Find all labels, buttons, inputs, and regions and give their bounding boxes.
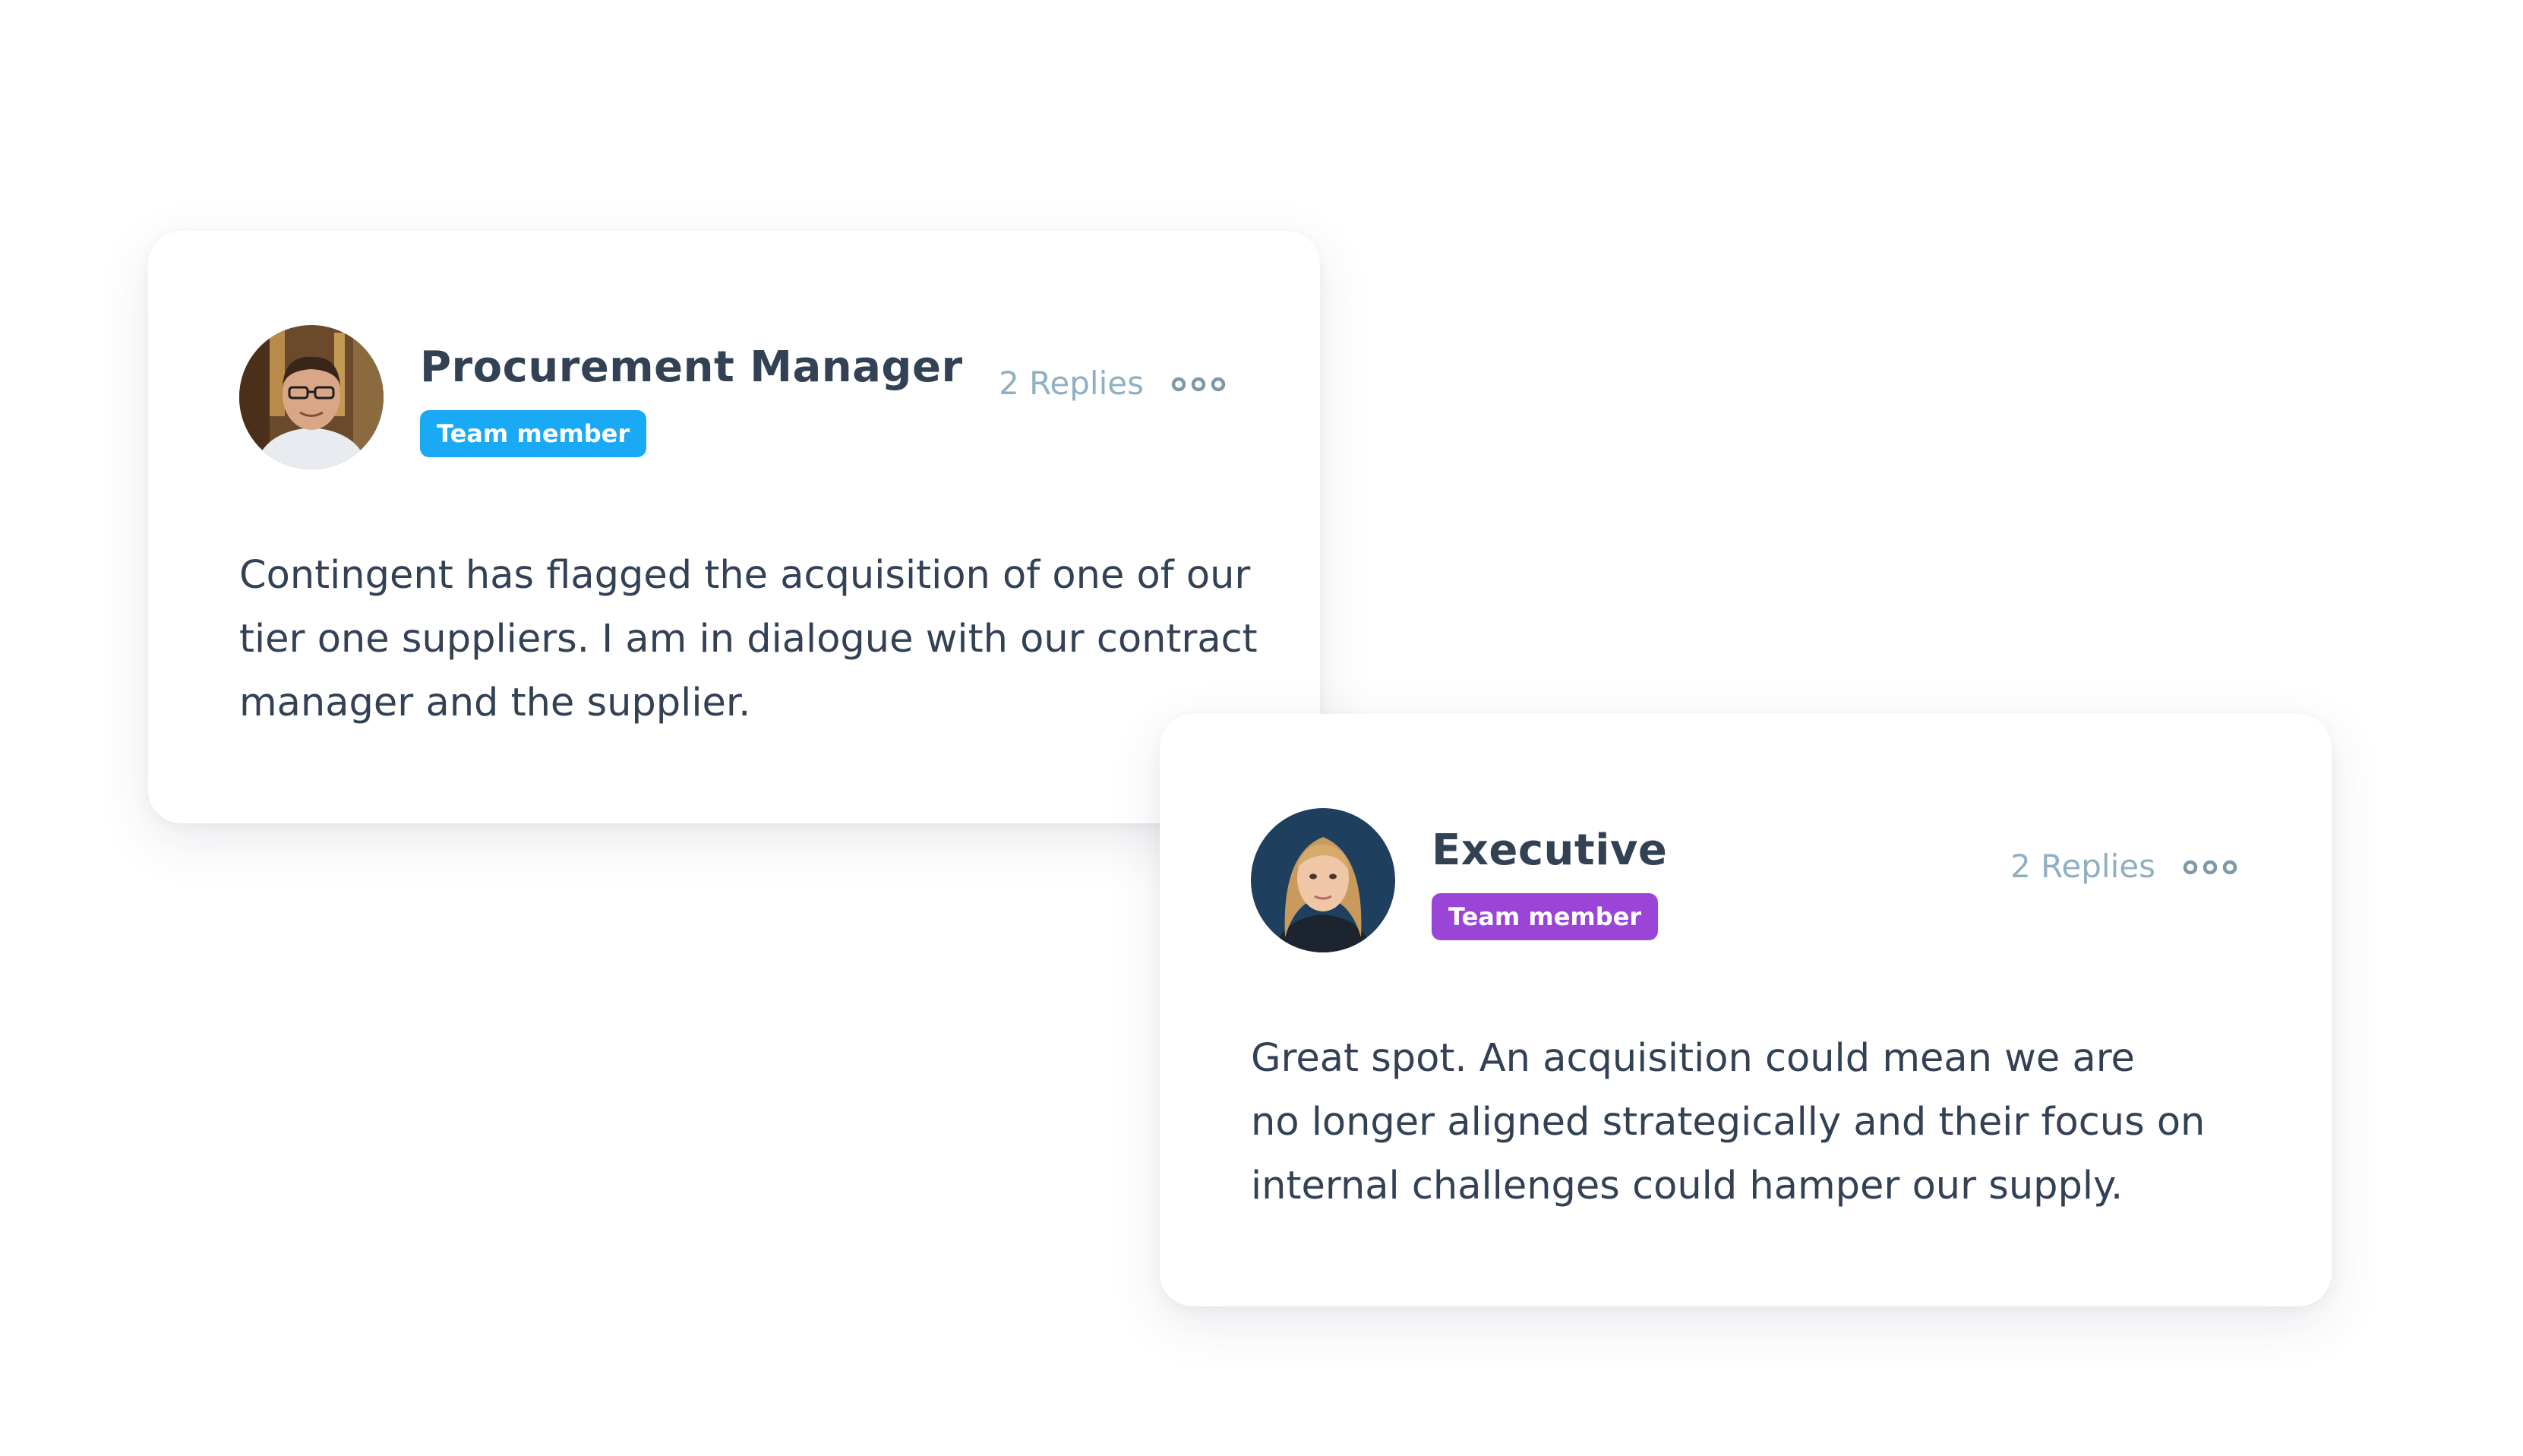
comment-line: Great spot. An acquisition could mean we… (1251, 1036, 2135, 1081)
comment-line: Contingent has flagged the acquisition o… (239, 553, 1251, 598)
role-badge: Team member (1432, 893, 1659, 940)
comment-line: no longer aligned strategically and thei… (1251, 1100, 2206, 1145)
man-portrait-avatar-icon (239, 325, 384, 469)
avatar[interactable] (239, 325, 384, 469)
author-name: Procurement Manager (420, 343, 963, 392)
comment-text: Great spot. An acquisition could mean we… (1251, 1027, 2269, 1218)
comment-line: tier one suppliers. I am in dialogue wit… (239, 617, 1258, 662)
comment-line: manager and the supplier. (239, 681, 751, 725)
role-badge: Team member (420, 410, 647, 457)
replies-link[interactable]: 2 Replies (2010, 851, 2155, 883)
more-options-icon[interactable] (1171, 371, 1226, 398)
more-options-icon[interactable] (2183, 854, 2237, 881)
comment-text: Contingent has flagged the acquisition o… (239, 544, 1258, 735)
avatar[interactable] (1251, 808, 1395, 952)
replies-link[interactable]: 2 Replies (999, 368, 1144, 400)
author-name: Executive (1432, 826, 1668, 875)
woman-portrait-avatar-icon (1251, 808, 1395, 952)
comment-line: internal challenges could hamper our sup… (1251, 1164, 2124, 1208)
comment-card-procurement-manager: Procurement Manager Team member 2 Replie… (148, 231, 1320, 823)
comment-card-executive: Executive Team member 2 Replies Great sp… (1160, 714, 2332, 1306)
